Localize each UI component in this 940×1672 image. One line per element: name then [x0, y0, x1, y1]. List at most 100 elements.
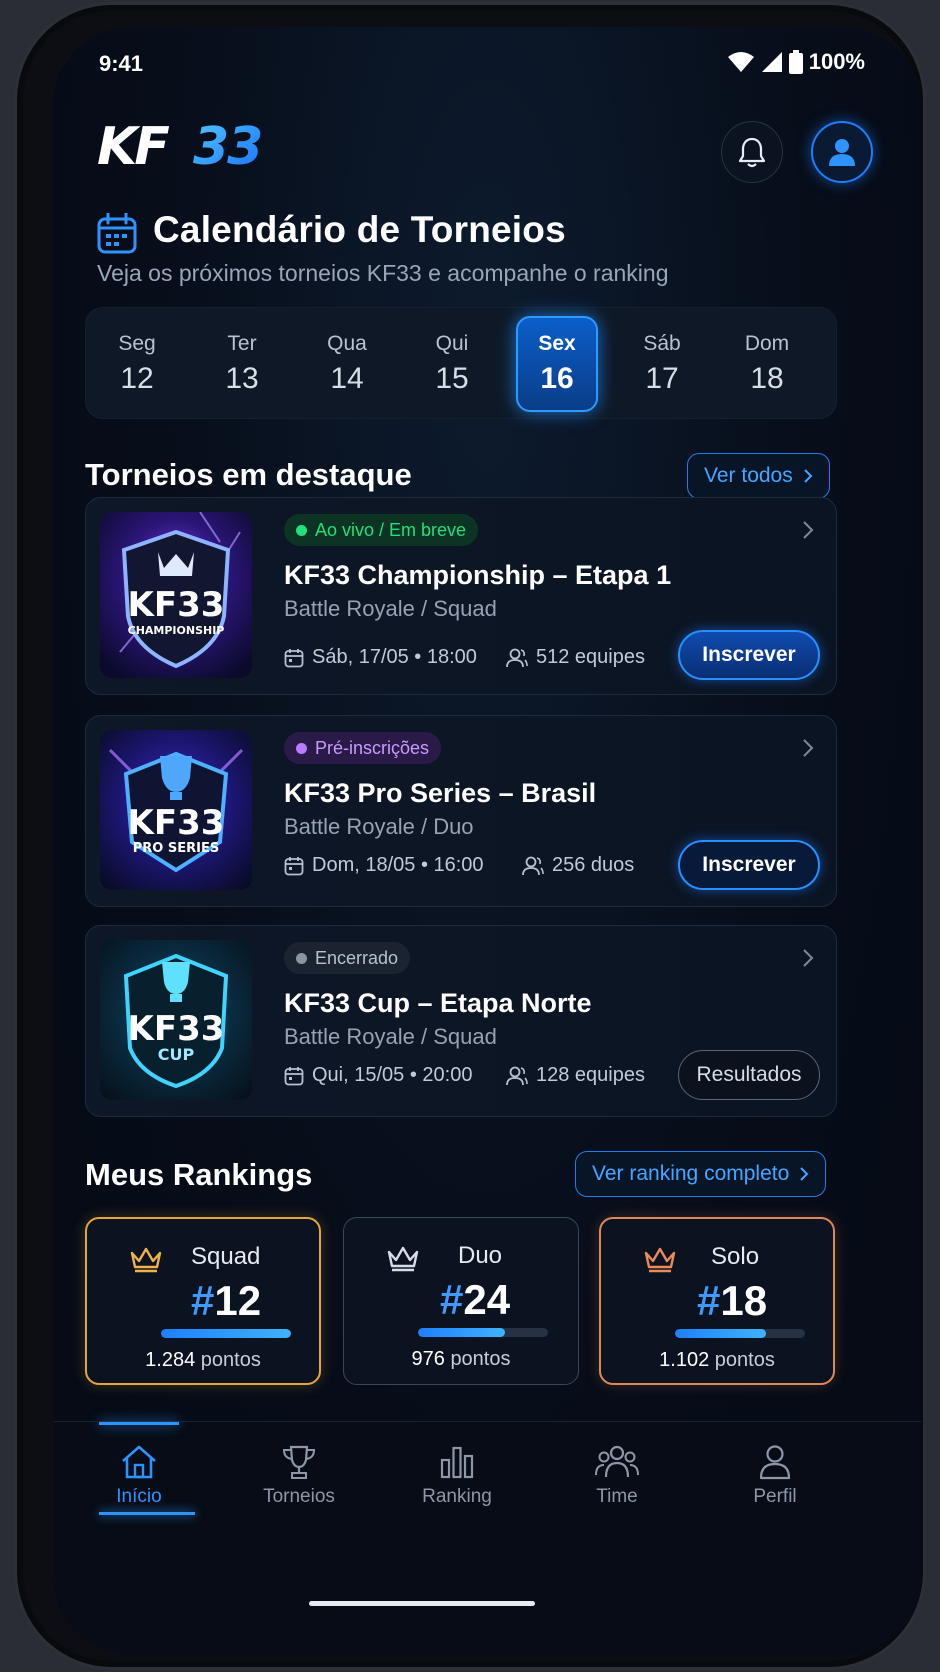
day-qua[interactable]: Qua 14	[306, 316, 388, 412]
chevron-right-icon[interactable]	[802, 948, 814, 968]
logo-graphic: KF 33	[97, 117, 263, 174]
status-icons: 100%	[727, 49, 865, 75]
ranking-card-duo[interactable]: Duo #24 976 pontos	[343, 1217, 579, 1385]
chevron-right-icon	[804, 469, 813, 483]
tab-ranking[interactable]: Ranking	[387, 1444, 527, 1508]
calendar-small-icon	[284, 648, 304, 667]
status-dot	[296, 742, 307, 754]
page-title: Calendário de Torneios	[153, 209, 566, 250]
thumb-logo-text: KF33	[128, 803, 225, 843]
tournament-thumbnail: KF33 CUP	[100, 940, 252, 1100]
tournament-teams-text: 512 equipes	[536, 646, 645, 668]
calendar-small-icon	[284, 856, 304, 875]
day-name: Sex	[538, 332, 576, 355]
tournament-mode: Battle Royale / Duo	[284, 814, 474, 839]
points-word: pontos	[714, 1349, 775, 1371]
tournament-mode: Battle Royale / Squad	[284, 596, 497, 621]
day-seg[interactable]: Seg 12	[96, 316, 178, 412]
bar-chart-icon	[440, 1446, 474, 1479]
ranking-points: 1.284 pontos	[87, 1349, 319, 1372]
tournament-title: KF33 Cup – Etapa Norte	[284, 988, 592, 1018]
notifications-button[interactable]	[721, 121, 783, 183]
day-name: Qua	[327, 332, 367, 355]
ranking-card-squad[interactable]: Squad #12 1.284 pontos	[85, 1217, 321, 1385]
rank-number: 18	[720, 1277, 768, 1324]
register-button[interactable]: Inscrever	[678, 630, 820, 680]
chevron-right-icon[interactable]	[802, 520, 814, 540]
full-ranking-label: Ver ranking completo	[592, 1162, 790, 1185]
full-ranking-button[interactable]: Ver ranking completo	[575, 1151, 827, 1197]
tournament-title: KF33 Championship – Etapa 1	[284, 560, 672, 590]
active-tab-indicator	[99, 1422, 179, 1425]
register-button[interactable]: Inscrever	[678, 840, 820, 890]
rank-hash: #	[440, 1276, 464, 1323]
points-value: 1.102	[659, 1349, 710, 1371]
tournament-teams: 128 equipes	[506, 1064, 645, 1087]
tournament-card[interactable]: KF33 PRO SERIES Pré-inscrições KF33 Pro …	[85, 715, 837, 907]
status-time: 9:41	[99, 51, 144, 76]
chevron-right-icon[interactable]	[802, 738, 814, 758]
rankings-section-title: Meus Rankings	[85, 1157, 313, 1192]
tournament-teams: 256 duos	[522, 854, 634, 877]
ranking-mode: Duo	[458, 1242, 503, 1269]
status-badge-label: Pré-inscrições	[315, 737, 430, 758]
tournament-card[interactable]: KF33 CHAMPIONSHIP Ao vivo / Em breve KF3…	[85, 497, 837, 695]
rank-number: 24	[463, 1276, 511, 1323]
results-button[interactable]: Resultados	[678, 1050, 820, 1100]
wifi-icon	[727, 52, 754, 72]
svg-text:33: 33	[193, 117, 261, 174]
see-all-label: Ver todos	[704, 464, 793, 487]
day-ter[interactable]: Ter 13	[201, 316, 283, 412]
day-name: Ter	[227, 332, 257, 355]
day-dom[interactable]: Dom 18	[726, 316, 808, 412]
day-selector: Seg 12 Ter 13 Qua 14 Qui 15 Sex 16 Sáb 17 Dom 1…	[85, 307, 837, 419]
status-badge: Ao vivo / Em breve	[284, 514, 479, 546]
tab-time[interactable]: Time	[547, 1444, 687, 1508]
ranking-card-solo[interactable]: Solo #18 1.102 pontos	[599, 1217, 835, 1385]
status-badge: Pré-inscrições	[284, 732, 442, 764]
points-value: 976	[411, 1348, 445, 1370]
day-sex-selected[interactable]: Sex 16	[516, 316, 598, 412]
home-indicator	[309, 1601, 535, 1606]
tab-perfil[interactable]: Perfil	[705, 1444, 845, 1508]
ranking-points: 976 pontos	[344, 1348, 578, 1371]
kf33-logo[interactable]: KF 33	[97, 105, 297, 185]
points-value: 1.284	[145, 1349, 196, 1371]
ranking-progress	[418, 1328, 548, 1337]
thumb-subtitle-text: PRO SERIES	[133, 841, 219, 856]
status-badge-label: Encerrado	[315, 947, 399, 968]
ranking-progress-fill	[675, 1329, 766, 1338]
day-number: 16	[540, 362, 574, 395]
day-name: Sáb	[643, 332, 681, 355]
thumb-logo-text: KF33	[128, 1009, 225, 1049]
tournament-mode: Battle Royale / Squad	[284, 1024, 497, 1049]
ranking-points: 1.102 pontos	[601, 1349, 833, 1372]
ranking-position: #12	[191, 1277, 261, 1325]
rank-hash: #	[191, 1277, 215, 1324]
crown-icon	[387, 1246, 419, 1272]
status-badge-label: Ao vivo / Em breve	[315, 519, 467, 540]
home-icon	[122, 1445, 156, 1479]
profile-button[interactable]	[811, 121, 873, 183]
tournament-card[interactable]: KF33 CUP Encerrado KF33 Cup – Etapa Nort…	[85, 925, 837, 1117]
people-icon	[506, 648, 528, 667]
tab-torneios[interactable]: Torneios	[229, 1444, 369, 1508]
status-badge: Encerrado	[284, 942, 411, 974]
team-icon	[595, 1445, 639, 1478]
crown-icon	[644, 1247, 676, 1273]
day-name: Seg	[118, 332, 156, 355]
active-tab-underline	[99, 1512, 195, 1515]
tab-label: Ranking	[422, 1486, 492, 1507]
status-bar: 9:41 100%	[53, 41, 921, 81]
ranking-progress-fill	[418, 1328, 506, 1337]
tab-label: Torneios	[263, 1486, 335, 1507]
tournament-date-text: Qui, 15/05 • 20:00	[312, 1064, 473, 1086]
see-all-tournaments-button[interactable]: Ver todos	[687, 453, 830, 499]
tournament-teams-text: 256 duos	[552, 854, 635, 876]
tab-inicio[interactable]: Início	[69, 1444, 209, 1508]
day-qui[interactable]: Qui 15	[411, 316, 493, 412]
day-sab[interactable]: Sáb 17	[621, 316, 703, 412]
tab-label: Perfil	[753, 1486, 797, 1507]
tournament-teams-text: 128 equipes	[536, 1064, 645, 1086]
rank-number: 12	[214, 1277, 262, 1324]
